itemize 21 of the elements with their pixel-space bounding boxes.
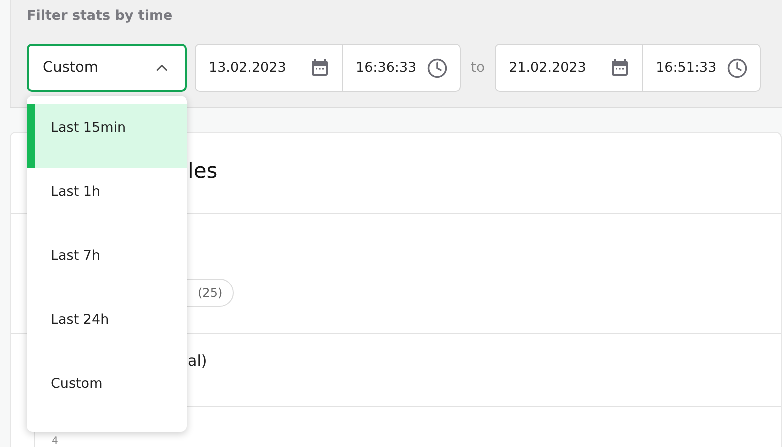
clock-icon[interactable] xyxy=(727,58,748,78)
menu-option[interactable]: Last 1h xyxy=(27,168,187,232)
card-heading: les xyxy=(188,159,218,183)
date-value: 13.02.2023 xyxy=(209,60,286,76)
time-value: 16:51:33 xyxy=(656,60,717,76)
menu-option[interactable]: Last 7h xyxy=(27,232,187,296)
row-number: 4 xyxy=(52,436,58,447)
clock-icon[interactable] xyxy=(427,58,448,78)
date-time-field[interactable]: 21.02.2023 16:51:33 xyxy=(495,44,762,92)
calendar-icon[interactable] xyxy=(310,58,330,78)
range-select[interactable]: Custom xyxy=(27,44,187,92)
date-value: 21.02.2023 xyxy=(509,60,586,76)
menu-option[interactable]: Last 24h xyxy=(27,296,187,360)
calendar-icon[interactable] xyxy=(610,58,630,78)
range-separator: to xyxy=(470,60,486,76)
filter-title: Filter stats by time xyxy=(27,8,174,26)
row-text: al) xyxy=(188,352,208,370)
time-value: 16:36:33 xyxy=(356,60,417,76)
date-time-field[interactable]: 13.02.2023 16:36:33 xyxy=(195,44,461,92)
menu-option[interactable]: Last 15min xyxy=(27,104,187,168)
menu-option[interactable]: Custom xyxy=(27,360,187,424)
